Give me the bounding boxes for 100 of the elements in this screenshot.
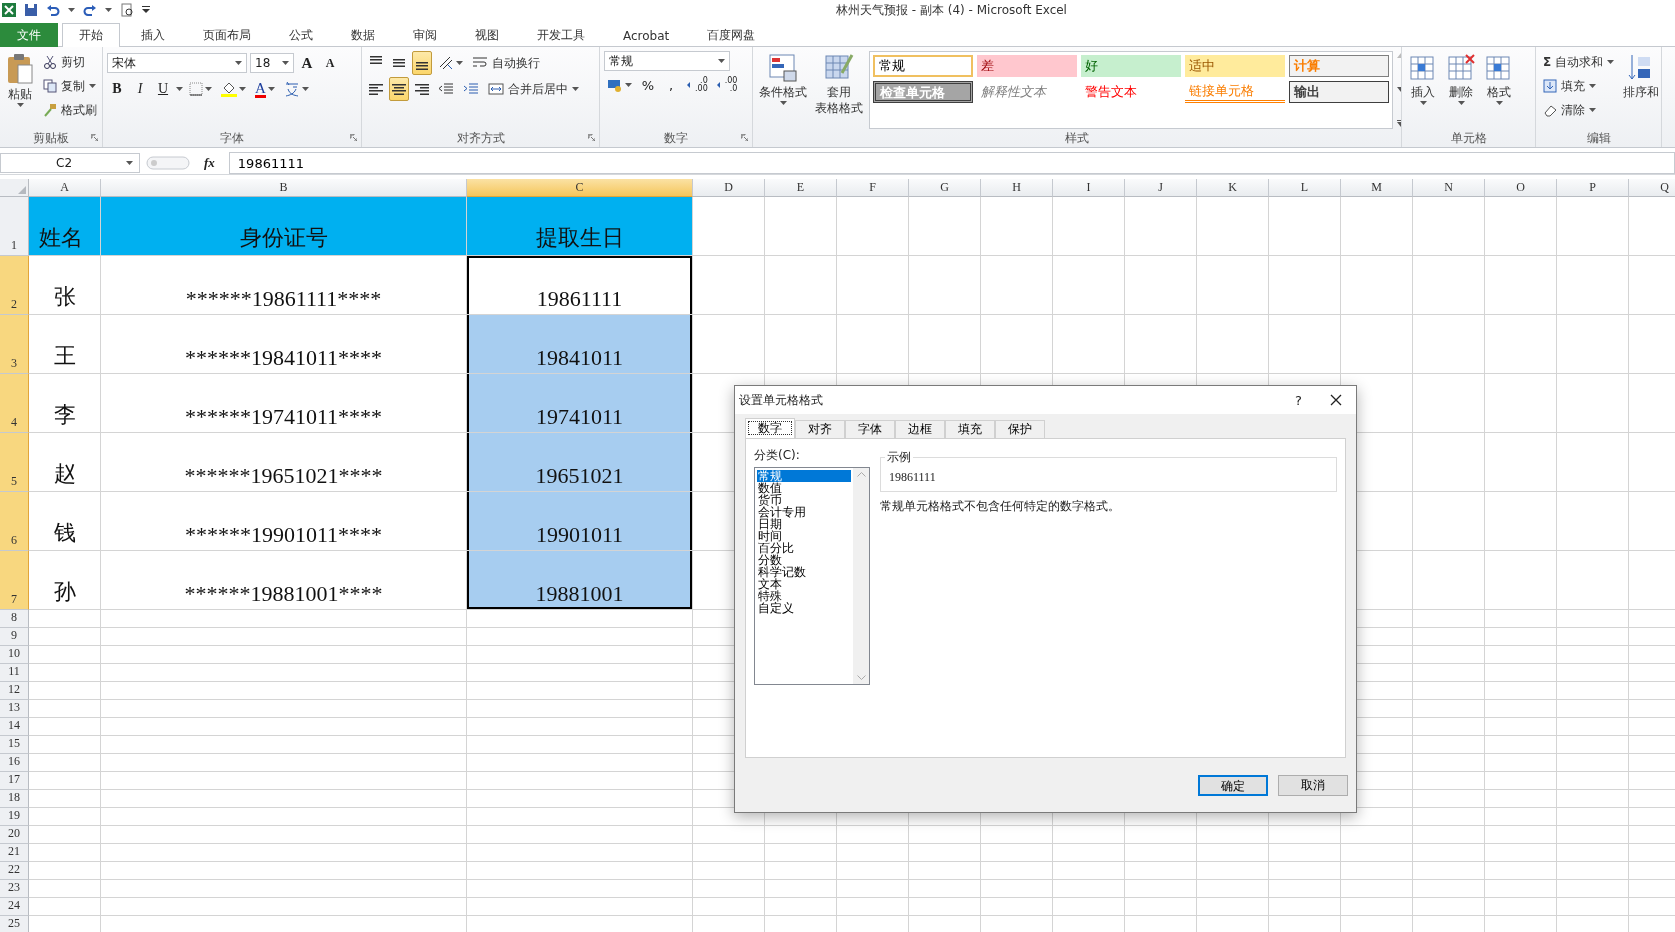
column-header[interactable]: I <box>1053 179 1125 197</box>
row-header[interactable]: 19 <box>0 808 29 826</box>
dialog-tab[interactable]: 边框 <box>895 420 945 438</box>
column-header[interactable]: G <box>909 179 981 197</box>
row-header[interactable]: 16 <box>0 754 29 772</box>
paste-button[interactable]: 粘贴 <box>4 51 36 129</box>
cut-button[interactable]: 剪切 <box>40 51 100 73</box>
decimal-button[interactable]: .00 .0 <box>713 73 741 97</box>
clear-button[interactable]: 清除 <box>1540 99 1618 121</box>
row-header[interactable]: 6 <box>0 492 29 551</box>
cell-style-option[interactable]: 好 <box>1081 55 1181 77</box>
ribbon-tab[interactable]: 开始 <box>62 23 120 47</box>
column-header[interactable]: O <box>1485 179 1557 197</box>
font-style-button[interactable]: B <box>107 77 127 101</box>
category-item[interactable]: 数值 <box>757 482 851 494</box>
font-color-button[interactable]: A <box>252 77 278 101</box>
row-header[interactable]: 22 <box>0 862 29 880</box>
row-header[interactable]: 4 <box>0 374 29 433</box>
row-header[interactable]: 1 <box>0 197 29 256</box>
shrink-font-button[interactable]: A <box>320 51 340 75</box>
row-header[interactable]: 12 <box>0 682 29 700</box>
category-item[interactable]: 货币 <box>757 494 851 506</box>
help-button[interactable]: ? <box>1295 392 1302 408</box>
row-header[interactable]: 25 <box>0 916 29 932</box>
row-header[interactable]: 13 <box>0 700 29 718</box>
category-item[interactable]: 百分比 <box>757 542 851 554</box>
fill-button[interactable]: 填充 <box>1540 75 1618 97</box>
category-item[interactable]: 文本 <box>757 578 851 590</box>
column-header[interactable]: F <box>837 179 909 197</box>
column-header[interactable]: Q <box>1629 179 1675 197</box>
copy-button[interactable]: 复制 <box>40 75 100 97</box>
autosum-button[interactable]: Σ 自动求和 <box>1540 51 1618 73</box>
insert-function-button[interactable]: fx <box>196 155 223 171</box>
ribbon-tab[interactable]: Acrobat <box>606 23 687 47</box>
percent-button[interactable]: % <box>638 73 658 97</box>
row-header[interactable]: 8 <box>0 610 29 628</box>
cells-button[interactable]: 插入 <box>1406 51 1440 129</box>
row-header[interactable]: 14 <box>0 718 29 736</box>
cells-button[interactable]: 格式 <box>1482 51 1516 129</box>
merge-center-button[interactable]: 合并后居中 <box>485 78 582 100</box>
cell-style-option[interactable]: 常规 <box>873 55 973 77</box>
ribbon-tab[interactable]: 插入 <box>124 23 182 47</box>
column-header[interactable]: H <box>981 179 1053 197</box>
row-header[interactable]: 10 <box>0 646 29 664</box>
ribbon-tab[interactable]: 开发工具 <box>520 23 602 47</box>
row-header[interactable]: 21 <box>0 844 29 862</box>
column-header[interactable]: K <box>1197 179 1269 197</box>
conditional-formatting-button[interactable]: 条件格式 <box>757 51 809 129</box>
row-header[interactable]: 23 <box>0 880 29 898</box>
format-as-table-button[interactable]: 套用 表格格式 <box>813 51 865 129</box>
align-bottom-button[interactable] <box>412 51 432 75</box>
number-format-field[interactable]: 常规 <box>604 51 730 71</box>
row-header[interactable]: 18 <box>0 790 29 808</box>
cell-style-option[interactable]: 输出 <box>1289 81 1389 103</box>
ribbon-tab[interactable]: 视图 <box>458 23 516 47</box>
row-header[interactable]: 15 <box>0 736 29 754</box>
row-header[interactable]: 2 <box>0 256 29 315</box>
dialog-tab[interactable]: 填充 <box>945 420 995 438</box>
column-header[interactable]: D <box>693 179 765 197</box>
dialog-tab[interactable]: 对齐 <box>795 420 845 438</box>
font-style-button[interactable]: I <box>130 77 150 101</box>
column-header[interactable]: M <box>1341 179 1413 197</box>
column-header[interactable]: J <box>1125 179 1197 197</box>
ribbon-tab[interactable]: 审阅 <box>396 23 454 47</box>
dialog-tab[interactable]: 保护 <box>995 420 1045 438</box>
column-header[interactable]: B <box>101 179 467 197</box>
row-header[interactable]: 11 <box>0 664 29 682</box>
font-size-field[interactable]: 18 <box>250 53 294 73</box>
column-header[interactable]: N <box>1413 179 1485 197</box>
sort-filter-button[interactable]: 排序和 <box>1621 51 1661 129</box>
dialog-tab[interactable]: 字体 <box>845 420 895 438</box>
formula-input[interactable]: 19861111 <box>228 152 1675 174</box>
category-item[interactable]: 会计专用 <box>757 506 851 518</box>
row-header[interactable]: 3 <box>0 315 29 374</box>
font-style-button[interactable]: U <box>153 77 173 101</box>
cells-button[interactable]: 删除 <box>1444 51 1478 129</box>
ribbon-tab[interactable]: 公式 <box>272 23 330 47</box>
decimal-button[interactable]: .0 .00 <box>684 73 711 97</box>
name-box[interactable]: C2 <box>0 153 140 173</box>
column-header[interactable]: E <box>765 179 837 197</box>
column-header[interactable]: A <box>29 179 101 197</box>
column-header[interactable]: L <box>1269 179 1341 197</box>
category-item[interactable]: 时间 <box>757 530 851 542</box>
dialog-tab[interactable]: 数字 <box>745 418 795 438</box>
close-button[interactable] <box>1330 394 1342 406</box>
category-item[interactable]: 自定义 <box>757 602 851 614</box>
ribbon-tab[interactable]: 数据 <box>334 23 392 47</box>
row-header[interactable]: 20 <box>0 826 29 844</box>
ribbon-tab[interactable]: 页面布局 <box>186 23 268 47</box>
row-header[interactable]: 17 <box>0 772 29 790</box>
category-item[interactable]: 常规 <box>757 470 851 482</box>
format-painter-button[interactable]: 格式刷 <box>40 99 100 121</box>
wrap-text-button[interactable]: 自动换行 <box>469 52 543 74</box>
comma-button[interactable]: , <box>661 73 681 97</box>
ribbon-tab[interactable]: 百度网盘 <box>690 23 773 47</box>
cancel-button[interactable]: 取消 <box>1278 774 1348 796</box>
category-item[interactable]: 科学记数 <box>757 566 851 578</box>
row-header[interactable]: 5 <box>0 433 29 492</box>
align-center-button[interactable] <box>389 77 409 101</box>
category-item[interactable]: 日期 <box>757 518 851 530</box>
